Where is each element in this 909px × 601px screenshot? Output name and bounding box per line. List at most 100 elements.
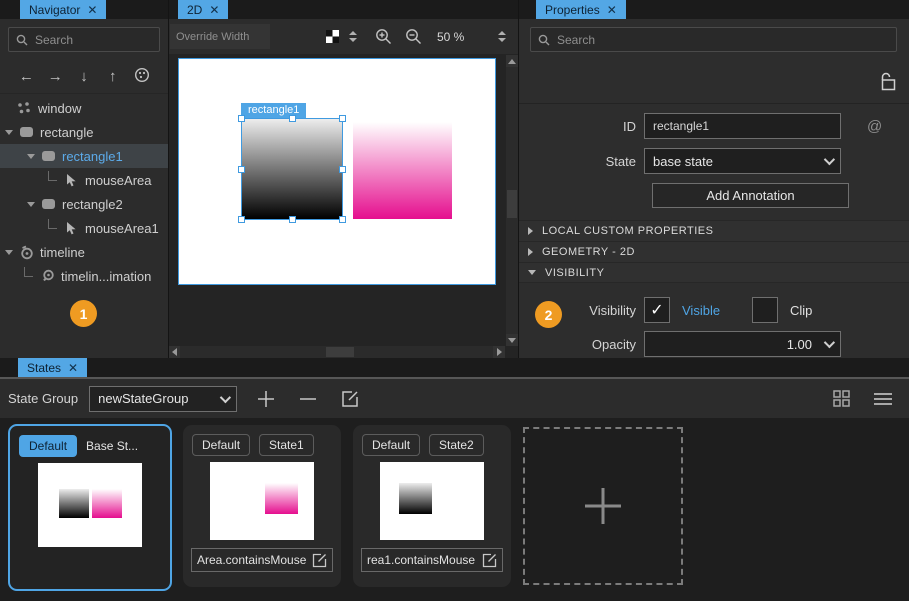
edit-icon[interactable]: [482, 553, 497, 568]
selection-handle[interactable]: [339, 166, 346, 173]
clip-checkbox[interactable]: [752, 297, 778, 323]
animation-icon: [39, 269, 55, 283]
state-thumbnail[interactable]: [38, 463, 142, 547]
edit-icon[interactable]: [312, 553, 327, 568]
chevron-down-icon: [824, 154, 835, 165]
expander-icon[interactable]: [27, 154, 35, 159]
add-state-slot[interactable]: [523, 427, 683, 585]
at-icon[interactable]: @: [867, 118, 882, 135]
tree-item-timeline-animation[interactable]: timelin...imation: [0, 264, 168, 288]
artboard[interactable]: rectangle1: [178, 58, 496, 285]
state-dropdown[interactable]: base state: [644, 148, 841, 174]
state-thumbnail[interactable]: [210, 462, 314, 540]
zoom-in-icon[interactable]: [375, 28, 392, 45]
horizontal-scrollbar[interactable]: [168, 346, 505, 358]
view-2d-tabbar: 2D ✕: [168, 0, 518, 19]
scroll-right-arrow[interactable]: [493, 346, 505, 358]
minus-icon: [299, 390, 317, 408]
zoom-stepper-icon[interactable]: [498, 31, 506, 42]
tree-item-label: window: [38, 101, 81, 116]
section-local-custom-properties[interactable]: LOCAL CUSTOM PROPERTIES: [518, 220, 909, 241]
override-width-input[interactable]: [170, 24, 270, 49]
tab-2d[interactable]: 2D ✕: [178, 0, 228, 19]
state-name[interactable]: Base St...: [86, 439, 138, 453]
default-state-button[interactable]: Default: [362, 434, 420, 456]
section-visibility[interactable]: VISIBILITY: [518, 262, 909, 283]
expander-icon[interactable]: [5, 250, 13, 255]
add-state-group-button[interactable]: [253, 386, 279, 412]
move-up-icon[interactable]: ↑: [98, 68, 127, 85]
default-state-button[interactable]: Default: [192, 434, 250, 456]
properties-search-input[interactable]: [557, 33, 889, 47]
canvas-rectangle2[interactable]: [353, 122, 452, 219]
scroll-down-arrow[interactable]: [506, 334, 518, 346]
zoom-out-icon[interactable]: [405, 28, 422, 45]
tree-item-rectangle1[interactable]: rectangle1: [0, 144, 168, 168]
tab-properties[interactable]: Properties ✕: [536, 0, 626, 19]
close-icon[interactable]: ✕: [607, 4, 617, 16]
move-down-icon[interactable]: ↓: [70, 68, 99, 85]
when-condition-field[interactable]: rea1.containsMouse: [361, 548, 503, 572]
state-group-dropdown[interactable]: newStateGroup: [89, 386, 237, 412]
tab-states[interactable]: States ✕: [18, 358, 87, 377]
arrow-left-icon[interactable]: ←: [12, 68, 41, 85]
canvas-rectangle1[interactable]: [241, 118, 343, 220]
state-name-button[interactable]: State1: [259, 434, 314, 456]
state-card-base[interactable]: Default Base St...: [8, 424, 172, 591]
selection-handle[interactable]: [238, 115, 245, 122]
properties-search[interactable]: [530, 27, 897, 52]
tree-item-rectangle[interactable]: rectangle: [0, 120, 168, 144]
horizontal-scroll-thumb[interactable]: [326, 347, 354, 357]
tree-item-rectangle2[interactable]: rectangle2: [0, 192, 168, 216]
expander-icon[interactable]: [27, 202, 35, 207]
selection-handle[interactable]: [238, 216, 245, 223]
selection-handle[interactable]: [339, 216, 346, 223]
state-name-button[interactable]: State2: [429, 434, 484, 456]
lock-open-icon[interactable]: [880, 72, 896, 91]
navigator-search-input[interactable]: [35, 33, 152, 47]
tree-item-mousearea1[interactable]: mouseArea1: [0, 216, 168, 240]
state-card-state2[interactable]: Default State2 rea1.containsMouse: [353, 425, 511, 587]
grid-view-icon[interactable]: [828, 386, 854, 412]
tree-item-timeline[interactable]: timeline: [0, 240, 168, 264]
close-icon[interactable]: ✕: [68, 362, 78, 374]
checkerboard-icon[interactable]: [326, 30, 339, 43]
add-annotation-button[interactable]: Add Annotation: [652, 183, 849, 208]
state-card-state1[interactable]: Default State1 Area.containsMouse: [183, 425, 341, 587]
tab-properties-label: Properties: [545, 3, 600, 17]
default-state-button[interactable]: Default: [19, 435, 77, 457]
selection-handle[interactable]: [289, 216, 296, 223]
close-icon[interactable]: ✕: [209, 4, 219, 16]
section-geometry-2d[interactable]: GEOMETRY - 2D: [518, 241, 909, 262]
thumb-rectangle1: [59, 489, 89, 518]
id-field[interactable]: [644, 113, 841, 139]
canvas-2d[interactable]: rectangle1: [168, 55, 518, 358]
opacity-field[interactable]: 1.00: [644, 331, 841, 357]
vertical-scroll-thumb[interactable]: [507, 190, 517, 218]
id-label: ID: [518, 119, 644, 134]
remove-state-group-button[interactable]: [295, 386, 321, 412]
opacity-value: 1.00: [787, 337, 812, 352]
state-thumbnail[interactable]: [380, 462, 484, 540]
tree-item-mousearea[interactable]: mouseArea: [0, 168, 168, 192]
selection-handle[interactable]: [339, 115, 346, 122]
visible-checkbox[interactable]: ✓: [644, 297, 670, 323]
scroll-left-arrow[interactable]: [168, 346, 180, 358]
background-stepper-icon[interactable]: [349, 31, 357, 42]
selection-handle[interactable]: [238, 166, 245, 173]
close-icon[interactable]: ✕: [87, 4, 97, 16]
when-condition-field[interactable]: Area.containsMouse: [191, 548, 333, 572]
palette-icon[interactable]: [127, 67, 156, 87]
arrow-right-icon[interactable]: →: [41, 68, 70, 85]
tree-item-window[interactable]: window: [0, 96, 168, 120]
navigator-search[interactable]: [8, 27, 160, 52]
rename-state-group-button[interactable]: [337, 386, 363, 412]
tab-navigator[interactable]: Navigator ✕: [20, 0, 106, 19]
scroll-up-arrow[interactable]: [506, 55, 518, 67]
state-value: base state: [653, 154, 713, 169]
list-view-icon[interactable]: [870, 386, 896, 412]
selection-handle[interactable]: [289, 115, 296, 122]
vertical-scrollbar[interactable]: [506, 55, 518, 346]
expander-icon[interactable]: [5, 130, 13, 135]
id-input[interactable]: [653, 119, 832, 133]
